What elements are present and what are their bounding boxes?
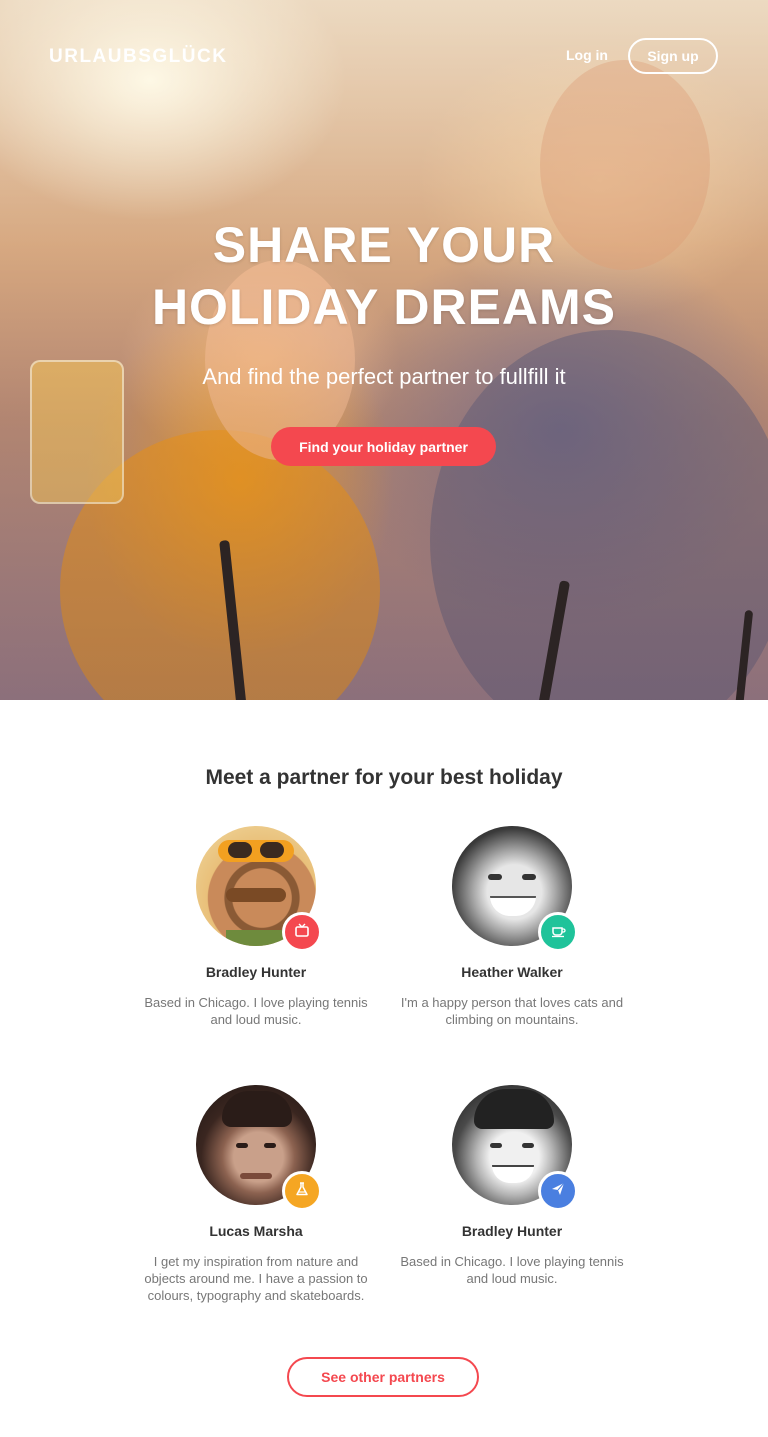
paper-plane-icon — [550, 1181, 566, 1202]
partner-name: Bradley Hunter — [205, 964, 307, 980]
avatar[interactable] — [196, 826, 322, 952]
hero-photo-jacket — [60, 430, 380, 700]
partner-name: Lucas Marsha — [209, 1223, 303, 1239]
hero-subline: And find the perfect partner to fullfill… — [202, 364, 566, 389]
hero-photo-straw — [535, 580, 571, 700]
avatar[interactable] — [452, 826, 578, 952]
login-link[interactable]: Log in — [566, 47, 608, 63]
partner-card[interactable]: Lucas Marsha I get my inspiration from n… — [136, 1085, 376, 1304]
partner-card[interactable]: Bradley Hunter Based in Chicago. I love … — [136, 826, 376, 1028]
signup-button[interactable]: Sign up — [628, 38, 718, 74]
see-other-partners-button[interactable]: See other partners — [287, 1357, 479, 1397]
badge — [538, 1171, 578, 1211]
partner-card[interactable]: Heather Walker I'm a happy person that l… — [392, 826, 632, 1028]
avatar[interactable] — [196, 1085, 322, 1211]
partner-description: I'm a happy person that loves cats and c… — [400, 995, 624, 1027]
avatar[interactable] — [452, 1085, 578, 1211]
hero-photo-straw — [219, 539, 247, 700]
partners-title: Meet a partner for your best holiday — [205, 766, 563, 789]
brand-logo[interactable]: URLAUBSGLÜCK — [49, 46, 227, 68]
partner-description: Based in Chicago. I love playing tennis … — [144, 995, 368, 1027]
hero-section: URLAUBSGLÜCK Log in Sign up SHARE YOUR H… — [0, 0, 768, 700]
partner-name: Heather Walker — [461, 964, 563, 980]
flask-icon — [294, 1181, 310, 1202]
partner-description: Based in Chicago. I love playing tennis … — [400, 1254, 624, 1286]
coffee-icon — [550, 922, 566, 943]
hero-headline-line1: SHARE YOUR — [212, 217, 556, 273]
partner-name: Bradley Hunter — [461, 1223, 563, 1239]
top-navigation: URLAUBSGLÜCK Log in Sign up — [0, 0, 768, 110]
hero-headline: SHARE YOUR HOLIDAY DREAMS — [0, 214, 768, 338]
partner-description: I get my inspiration from nature and obj… — [144, 1254, 368, 1303]
tv-icon — [294, 922, 310, 943]
badge — [282, 1171, 322, 1211]
badge — [538, 912, 578, 952]
partner-card[interactable]: Bradley Hunter Based in Chicago. I love … — [392, 1085, 632, 1287]
find-partner-button[interactable]: Find your holiday partner — [271, 427, 496, 466]
badge — [282, 912, 322, 952]
hero-photo-straw — [734, 609, 754, 700]
hero-headline-line2: HOLIDAY DREAMS — [151, 279, 617, 335]
